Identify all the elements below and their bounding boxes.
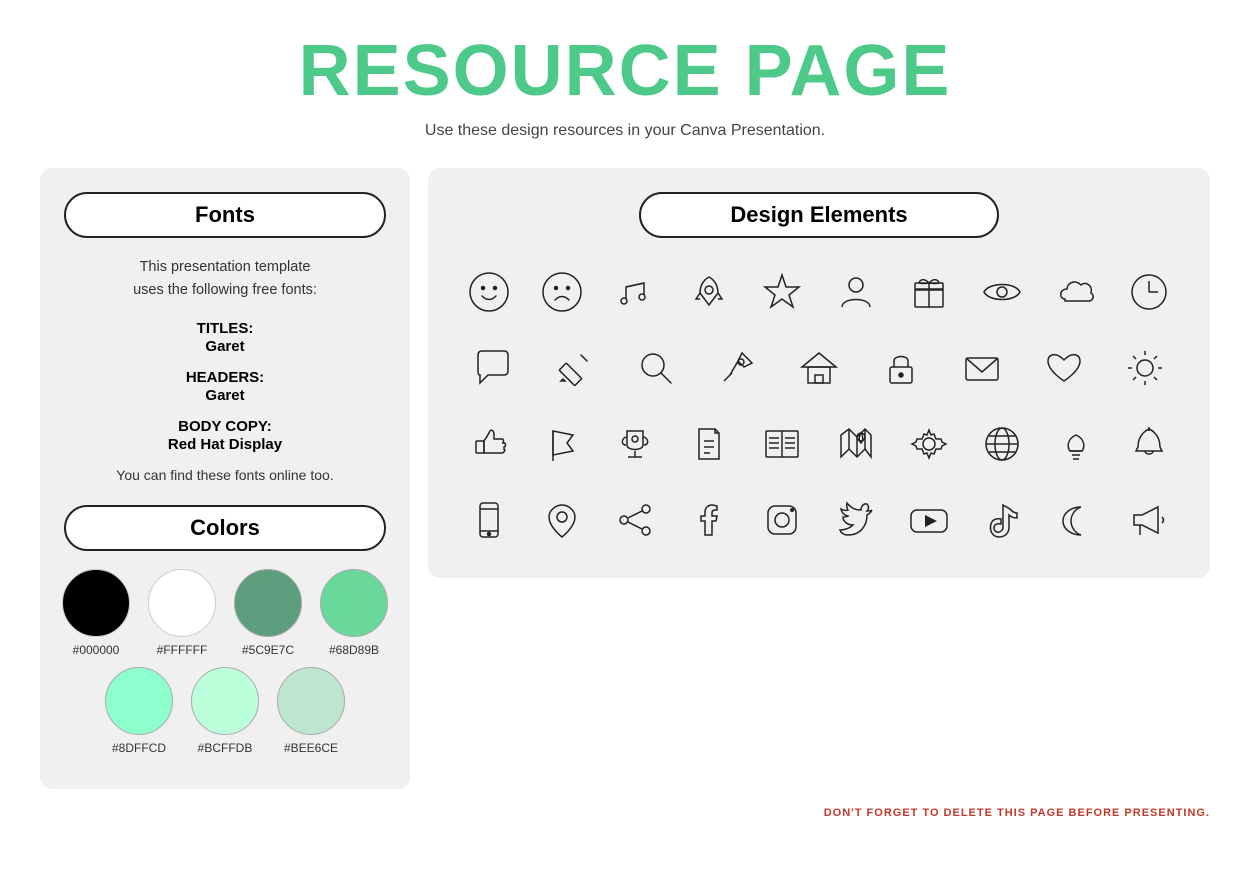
font-name-titles: Garet	[64, 338, 386, 355]
colors-label: Colors	[64, 505, 386, 551]
rocket-icon	[675, 258, 743, 326]
color-item-mint2: #BCFFDB	[191, 667, 259, 755]
pencil-icon	[540, 334, 608, 402]
page-subtitle: Use these design resources in your Canva…	[40, 122, 1210, 140]
gear-icon	[895, 410, 963, 478]
newspaper-icon	[748, 410, 816, 478]
instagram-icon	[748, 486, 816, 554]
color-item-mint1: #8DFFCD	[105, 667, 173, 755]
star-icon	[748, 258, 816, 326]
map-icon	[822, 410, 890, 478]
document-icon	[675, 410, 743, 478]
gift-icon	[895, 258, 963, 326]
music-notes-icon	[601, 258, 669, 326]
color-hex-black: #000000	[73, 643, 120, 657]
font-name-headers: Garet	[64, 387, 386, 404]
sun-icon	[1111, 334, 1179, 402]
trophy-icon	[601, 410, 669, 478]
design-elements-label: Design Elements	[639, 192, 999, 238]
color-swatch-black	[62, 569, 130, 637]
user-icon	[822, 258, 890, 326]
color-hex-mint3: #BEE6CE	[284, 741, 338, 755]
search-icon	[622, 334, 690, 402]
fonts-description: This presentation template uses the foll…	[64, 256, 386, 302]
heart-icon	[1030, 334, 1098, 402]
left-panel: Fonts This presentation template uses th…	[40, 168, 410, 789]
color-swatch-green	[320, 569, 388, 637]
icon-row-1	[452, 258, 1186, 326]
facebook-icon	[675, 486, 743, 554]
color-item-white: #FFFFFF	[148, 569, 216, 657]
youtube-icon	[895, 486, 963, 554]
thumbsup-icon	[455, 410, 523, 478]
font-entry-body: BODY COPY: Red Hat Display	[64, 418, 386, 453]
speech-bubble-icon	[459, 334, 527, 402]
pushpin-icon	[703, 334, 771, 402]
megaphone-icon	[1115, 486, 1183, 554]
color-hex-white: #FFFFFF	[157, 643, 208, 657]
color-row-2: #8DFFCD #BCFFDB #BEE6CE	[64, 667, 386, 755]
icons-grid	[452, 258, 1186, 554]
color-item-black: #000000	[62, 569, 130, 657]
color-swatch-white	[148, 569, 216, 637]
color-hex-dark-green: #5C9E7C	[242, 643, 294, 657]
right-panel: Design Elements	[428, 168, 1210, 578]
icon-row-4	[452, 486, 1186, 554]
home-icon	[785, 334, 853, 402]
icon-row-3	[452, 410, 1186, 478]
moon-icon	[1042, 486, 1110, 554]
fonts-label: Fonts	[64, 192, 386, 238]
page-wrapper: RESOURCE PAGE Use these design resources…	[0, 0, 1250, 884]
color-item-dark-green: #5C9E7C	[234, 569, 302, 657]
sad-face-icon	[528, 258, 596, 326]
lightbulb-icon	[1042, 410, 1110, 478]
icon-row-2	[452, 334, 1186, 402]
share-icon	[601, 486, 669, 554]
color-swatch-mint2	[191, 667, 259, 735]
color-item-green: #68D89B	[320, 569, 388, 657]
color-hex-mint1: #8DFFCD	[112, 741, 166, 755]
font-role-titles: TITLES:	[197, 320, 254, 337]
colors-section: Colors #000000 #FFFFFF #5C9E7C	[64, 505, 386, 755]
lock-icon	[867, 334, 935, 402]
font-role-headers: HEADERS:	[186, 369, 264, 386]
font-entry-headers: HEADERS: Garet	[64, 369, 386, 404]
smiley-icon	[455, 258, 523, 326]
eye-icon	[968, 258, 1036, 326]
font-find-text: You can find these fonts online too.	[64, 467, 386, 483]
mobile-icon	[455, 486, 523, 554]
location-pin-icon	[528, 486, 596, 554]
font-role-body: BODY COPY:	[178, 418, 272, 435]
globe-icon	[968, 410, 1036, 478]
color-row-1: #000000 #FFFFFF #5C9E7C #68D89B	[64, 569, 386, 657]
twitter-icon	[822, 486, 890, 554]
bell-icon	[1115, 410, 1183, 478]
color-swatch-mint1	[105, 667, 173, 735]
color-hex-mint2: #BCFFDB	[198, 741, 253, 755]
font-entry-titles: TITLES: Garet	[64, 320, 386, 355]
mail-icon	[948, 334, 1016, 402]
font-name-body: Red Hat Display	[64, 436, 386, 453]
color-item-mint3: #BEE6CE	[277, 667, 345, 755]
color-swatch-mint3	[277, 667, 345, 735]
clock-icon	[1115, 258, 1183, 326]
color-hex-green: #68D89B	[329, 643, 379, 657]
fonts-desc-line1: This presentation template	[140, 259, 311, 275]
tiktok-icon	[968, 486, 1036, 554]
fonts-desc-line2: uses the following free fonts:	[133, 282, 317, 298]
cloud-icon	[1042, 258, 1110, 326]
main-content: Fonts This presentation template uses th…	[40, 168, 1210, 789]
page-title: RESOURCE PAGE	[40, 30, 1210, 112]
color-swatch-dark-green	[234, 569, 302, 637]
flag-icon	[528, 410, 596, 478]
footer-note: DON'T FORGET TO DELETE THIS PAGE BEFORE …	[40, 807, 1210, 819]
